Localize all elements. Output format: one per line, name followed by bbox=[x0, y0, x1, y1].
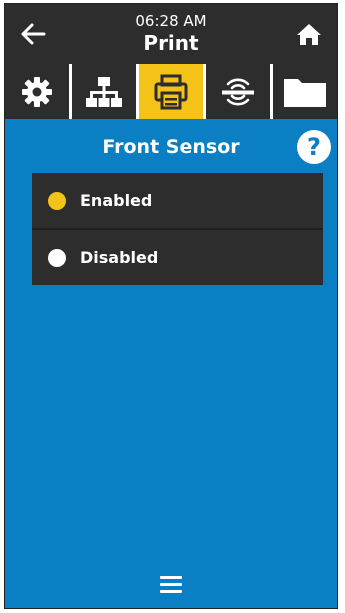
page-title: Print bbox=[143, 31, 199, 55]
option-label: Disabled bbox=[80, 248, 159, 267]
printer-icon bbox=[154, 74, 188, 109]
hamburger-icon-line bbox=[160, 589, 182, 593]
hamburger-icon-line bbox=[160, 575, 182, 579]
home-button[interactable] bbox=[289, 16, 329, 52]
option-label: Enabled bbox=[80, 191, 153, 210]
menu-button[interactable] bbox=[156, 572, 186, 596]
header-bar: 06:28 AM Print bbox=[5, 4, 337, 64]
clock-time: 06:28 AM bbox=[135, 12, 207, 30]
help-button[interactable]: ? bbox=[297, 130, 331, 164]
tab-settings[interactable] bbox=[5, 64, 69, 119]
radio-selected-icon bbox=[48, 191, 66, 210]
tab-bar bbox=[5, 64, 337, 119]
tab-storage[interactable] bbox=[273, 64, 337, 119]
option-enabled[interactable]: Enabled bbox=[32, 173, 323, 228]
help-icon: ? bbox=[307, 133, 321, 161]
tab-rfid[interactable] bbox=[206, 64, 270, 119]
tab-network[interactable] bbox=[72, 64, 136, 119]
gear-icon bbox=[22, 76, 52, 107]
rfid-icon bbox=[222, 78, 254, 105]
option-disabled[interactable]: Disabled bbox=[32, 228, 323, 285]
option-list: Enabled Disabled bbox=[32, 173, 323, 285]
network-icon bbox=[86, 76, 122, 107]
hamburger-icon-line bbox=[160, 582, 182, 586]
device-screen: 06:28 AM Print Front Sensor ? Enabled Di… bbox=[4, 3, 338, 609]
folder-icon bbox=[284, 78, 326, 107]
section-title: Front Sensor bbox=[102, 136, 240, 158]
radio-unselected-icon bbox=[48, 248, 66, 267]
home-icon bbox=[297, 24, 321, 45]
tab-print[interactable] bbox=[139, 64, 203, 119]
